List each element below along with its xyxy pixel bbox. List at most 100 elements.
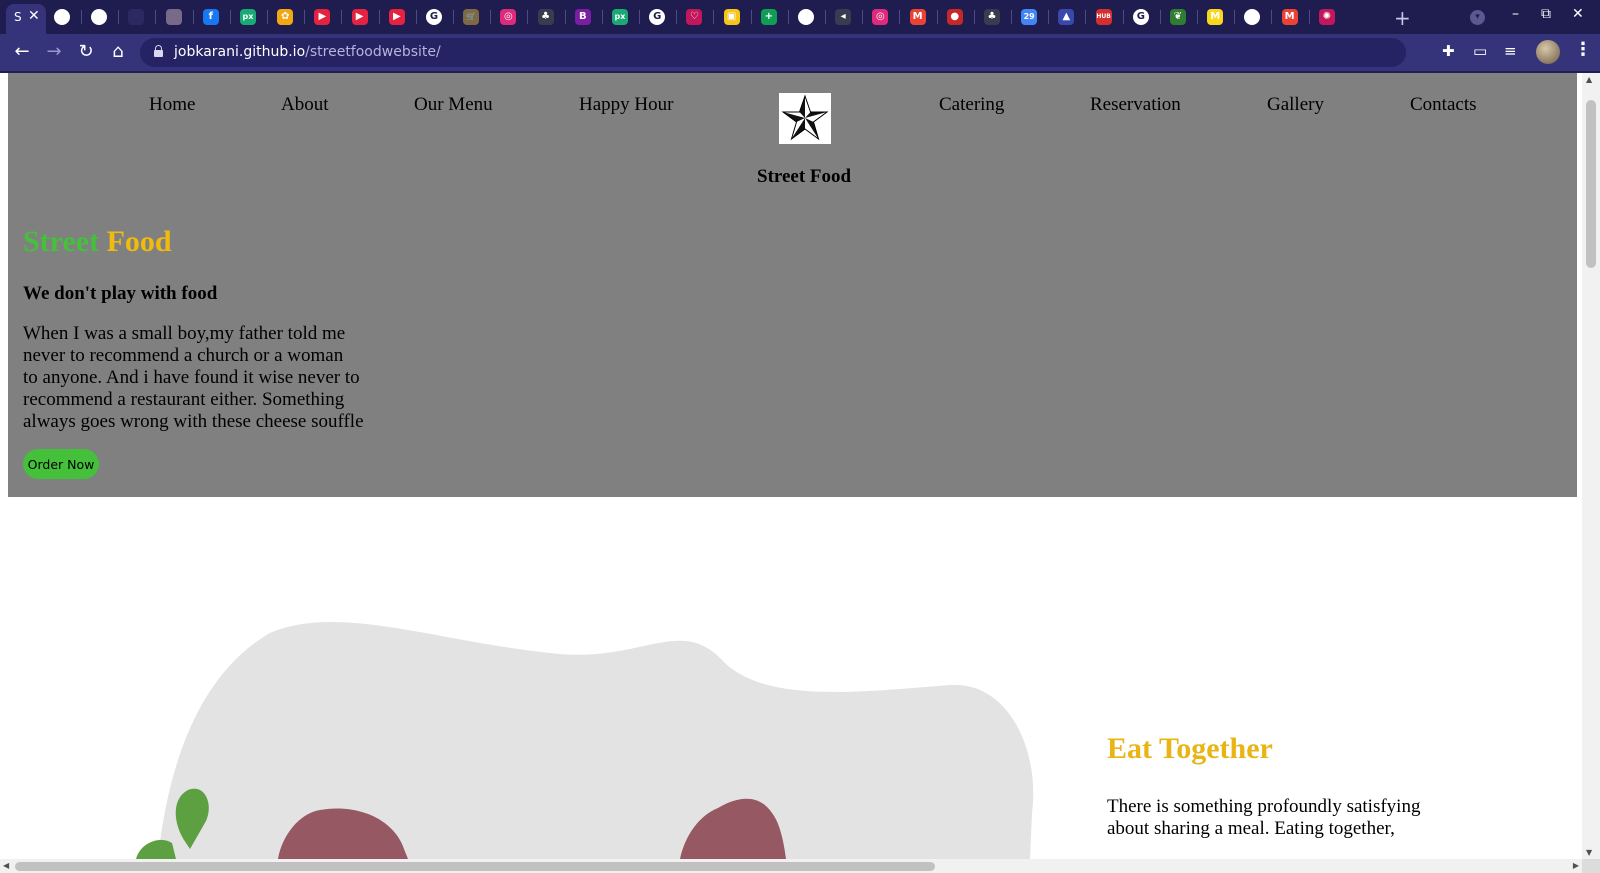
gmail-icon[interactable]: M [909, 9, 926, 25]
px-icon[interactable]: px [240, 9, 256, 25]
tab-separator [1271, 10, 1273, 24]
plant-icon[interactable]: ♣ [537, 9, 554, 25]
active-tab-title: S [14, 10, 22, 24]
calendar-icon[interactable]: 29 [1021, 9, 1038, 25]
horizontal-scrollbar[interactable]: ◀ ▶ [0, 859, 1582, 873]
triangle-icon[interactable]: ▲ [1058, 9, 1075, 25]
tab-separator [1011, 10, 1012, 24]
scroll-right-arrow-icon[interactable]: ▶ [1573, 861, 1579, 870]
record-icon[interactable]: ● [946, 9, 963, 25]
px-icon[interactable]: px [612, 9, 628, 25]
tab-separator [81, 10, 82, 24]
speaker-icon[interactable]: ◂ [835, 9, 852, 25]
tab-strip: S ✕ f px ✿ ▶ ▶ ▶ G 🛒 ◎ ♣ Bpx G ♡ ▣ + ◂ ◎ M ● ♣ 29 ▲ HUB G ❦ M M ✺ +… [0, 0, 1600, 34]
tab-separator [118, 10, 120, 24]
tab-separator [229, 10, 231, 24]
tab-separator [527, 10, 529, 24]
tab-separator [267, 10, 268, 24]
tab-separator [713, 10, 715, 24]
active-tab[interactable]: S ✕ [6, 4, 46, 34]
leaf-icon[interactable]: ❦ [1170, 9, 1186, 25]
heart-icon[interactable]: ♡ [686, 9, 703, 25]
extensions-icon[interactable]: ✚ [1442, 42, 1455, 60]
globe-icon[interactable] [798, 9, 814, 25]
media-control-icon[interactable]: ≡ [1504, 42, 1517, 60]
green-leaf-bottom [136, 839, 176, 859]
vertical-scroll-thumb[interactable] [1586, 100, 1596, 268]
flower-icon[interactable]: ✿ [277, 9, 294, 25]
youtube-music-icon[interactable]: ▶ [351, 9, 368, 25]
m-icon[interactable]: M [1207, 9, 1224, 25]
tab-separator [304, 10, 306, 24]
scroll-down-arrow-icon[interactable]: ▼ [1586, 848, 1592, 857]
tab-separator [1159, 10, 1161, 24]
globe-icon[interactable] [91, 9, 108, 25]
google-icon[interactable]: G [426, 9, 442, 25]
eat-text-line: There is something profoundly satisfying [1107, 796, 1421, 817]
tab-separator [378, 10, 380, 24]
browser-toolbar: ← → ↻ ⌂ jobkarani.github.io/streetfoodwe… [0, 34, 1600, 71]
youtube-music-icon[interactable]: ▶ [388, 9, 405, 25]
facebook-icon[interactable]: f [202, 9, 219, 25]
globe-icon[interactable] [1244, 9, 1261, 25]
tab-separator [453, 10, 454, 24]
keep-icon[interactable]: ▣ [723, 9, 740, 25]
tab-separator [936, 10, 938, 24]
home-icon[interactable]: ⌂ [107, 41, 129, 62]
reload-icon[interactable]: ↻ [75, 41, 97, 62]
tab-separator [155, 10, 157, 24]
new-tab-icon[interactable]: + [1394, 6, 1411, 30]
url-host: jobkarani.github.io [174, 44, 306, 60]
minimize-icon[interactable]: – [1512, 6, 1519, 22]
gmail-icon[interactable]: M [1281, 9, 1298, 25]
tab-separator [601, 10, 603, 24]
photo-icon[interactable] [165, 9, 182, 25]
vertical-scrollbar[interactable]: ▲ ▼ [1582, 73, 1600, 859]
scroll-left-arrow-icon[interactable]: ◀ [3, 861, 9, 870]
profile-avatar[interactable] [1536, 40, 1560, 64]
cast-icon[interactable]: ▭ [1473, 42, 1487, 60]
close-tab-icon[interactable]: ✕ [28, 8, 40, 24]
instagram-icon[interactable]: ◎ [872, 9, 889, 25]
scroll-up-arrow-icon[interactable]: ▲ [1586, 75, 1592, 84]
tab-separator [899, 10, 901, 24]
tab-separator [750, 10, 752, 24]
eat-together-paragraph: There is something profoundly satisfying… [1107, 796, 1420, 840]
settings-icon[interactable]: ✺ [1318, 9, 1335, 25]
url-text[interactable]: jobkarani.github.io/streetfoodwebsite/ [174, 44, 441, 60]
address-bar[interactable]: jobkarani.github.io/streetfoodwebsite/ ☆ [140, 38, 1555, 67]
instagram-icon[interactable]: ◎ [500, 9, 517, 25]
eat-text-line: about sharing a meal. Eating together, [1107, 818, 1395, 839]
google-icon[interactable]: G [649, 9, 666, 25]
google-icon[interactable]: G [1132, 9, 1149, 25]
close-window-icon[interactable]: ✕ [1572, 6, 1584, 22]
lock-icon[interactable] [154, 45, 163, 57]
restore-icon[interactable]: ⧉ [1541, 6, 1551, 22]
back-icon[interactable]: ← [11, 41, 33, 62]
tab-separator [676, 10, 678, 24]
tab-separator [490, 10, 492, 24]
scrollbar-corner [1582, 859, 1600, 873]
background-blob [158, 622, 1034, 859]
youtube-music-icon[interactable]: ▶ [314, 9, 331, 25]
tab-separator [341, 10, 343, 24]
tab-separator [192, 10, 194, 24]
tab-separator [415, 10, 417, 24]
tab-separator [1308, 10, 1310, 24]
sheets-icon[interactable]: + [760, 9, 777, 25]
github-icon[interactable] [128, 9, 145, 25]
tab-separator [973, 10, 975, 24]
tab-separator [825, 10, 826, 24]
tab-separator [1197, 10, 1198, 24]
tab-search-icon[interactable]: ▾ [1470, 10, 1485, 25]
cart-icon[interactable]: 🛒 [463, 9, 480, 25]
b-icon[interactable]: B [574, 9, 591, 25]
browser-menu-icon[interactable]: ⋮ [1574, 39, 1592, 60]
plant-icon[interactable]: ♣ [984, 9, 1000, 25]
tab-separator [639, 10, 640, 24]
globe-icon[interactable] [54, 9, 70, 25]
hub-icon[interactable]: HUB [1095, 9, 1112, 25]
food-illustration [136, 622, 1034, 859]
forward-icon[interactable]: → [43, 41, 65, 62]
horizontal-scroll-thumb[interactable] [15, 862, 935, 871]
